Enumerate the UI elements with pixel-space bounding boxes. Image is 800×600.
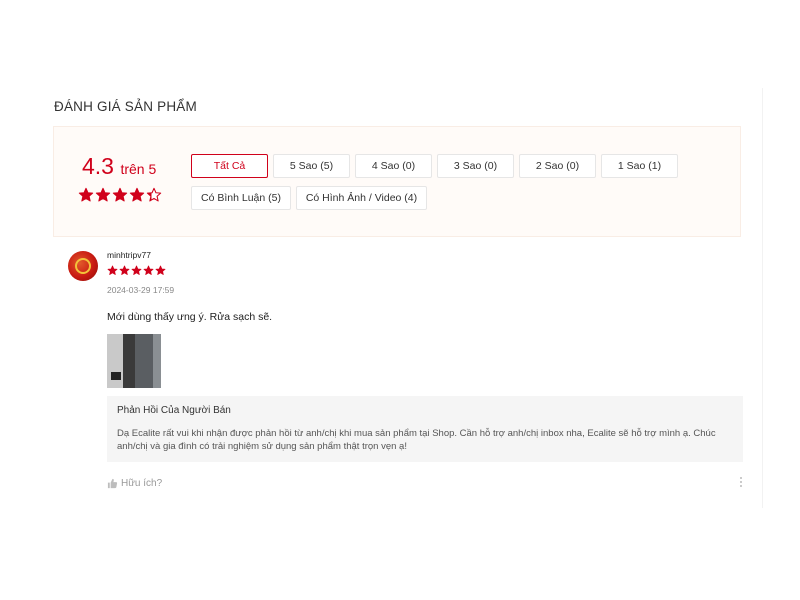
star-icon <box>146 187 162 203</box>
avatar[interactable] <box>68 251 98 281</box>
review-comment: Mới dùng thấy ưng ý. Rửa sạch sẽ. <box>107 311 273 323</box>
filter-2-star[interactable]: 2 Sao (0) <box>519 154 596 178</box>
star-icon <box>131 265 142 276</box>
rating-summary: 4.3 trên 5 Tất Cả 5 Sao (5) 4 Sao (0) 3 … <box>53 126 741 237</box>
filter-3-star[interactable]: 3 Sao (0) <box>437 154 514 178</box>
star-icon <box>107 265 118 276</box>
filter-with-media[interactable]: Có Hình Ảnh / Video (4) <box>296 186 427 210</box>
filter-with-comments[interactable]: Có Bình Luận (5) <box>191 186 291 210</box>
seller-reply: Phản Hồi Của Người Bán Dạ Ecalite rất vu… <box>107 396 743 462</box>
seller-reply-title: Phản Hồi Của Người Bán <box>117 405 231 416</box>
star-icon <box>155 265 166 276</box>
review-username: minhtripv77 <box>107 250 151 260</box>
more-vertical-icon[interactable] <box>738 477 744 491</box>
rating-score-value: 4.3 <box>82 153 114 179</box>
star-icon <box>129 187 145 203</box>
rating-score-suffix: trên 5 <box>120 161 157 177</box>
filter-4-star[interactable]: 4 Sao (0) <box>355 154 432 178</box>
rating-score: 4.3 trên 5 <box>82 153 156 180</box>
seller-reply-text: Dạ Ecalite rất vui khi nhận được phản hồ… <box>117 428 716 452</box>
star-icon <box>119 265 130 276</box>
star-icon <box>78 187 94 203</box>
star-icon <box>143 265 154 276</box>
review-stars <box>107 265 166 276</box>
filter-all[interactable]: Tất Cả <box>191 154 268 178</box>
rating-stars <box>78 187 162 203</box>
review-photo-thumbnail[interactable] <box>107 334 161 388</box>
filter-1-star[interactable]: 1 Sao (1) <box>601 154 678 178</box>
helpful-label: Hữu ích? <box>121 478 163 489</box>
star-icon <box>95 187 111 203</box>
star-icon <box>112 187 128 203</box>
thumbs-up-icon <box>107 478 118 489</box>
filter-5-star[interactable]: 5 Sao (5) <box>273 154 350 178</box>
product-rating-panel: ĐÁNH GIÁ SẢN PHẨM 4.3 trên 5 Tất Cả 5 Sa… <box>42 88 763 508</box>
section-title: ĐÁNH GIÁ SẢN PHẨM <box>54 99 197 114</box>
helpful-button[interactable]: Hữu ích? <box>107 478 162 489</box>
review-timestamp: 2024-03-29 17:59 <box>107 285 175 295</box>
